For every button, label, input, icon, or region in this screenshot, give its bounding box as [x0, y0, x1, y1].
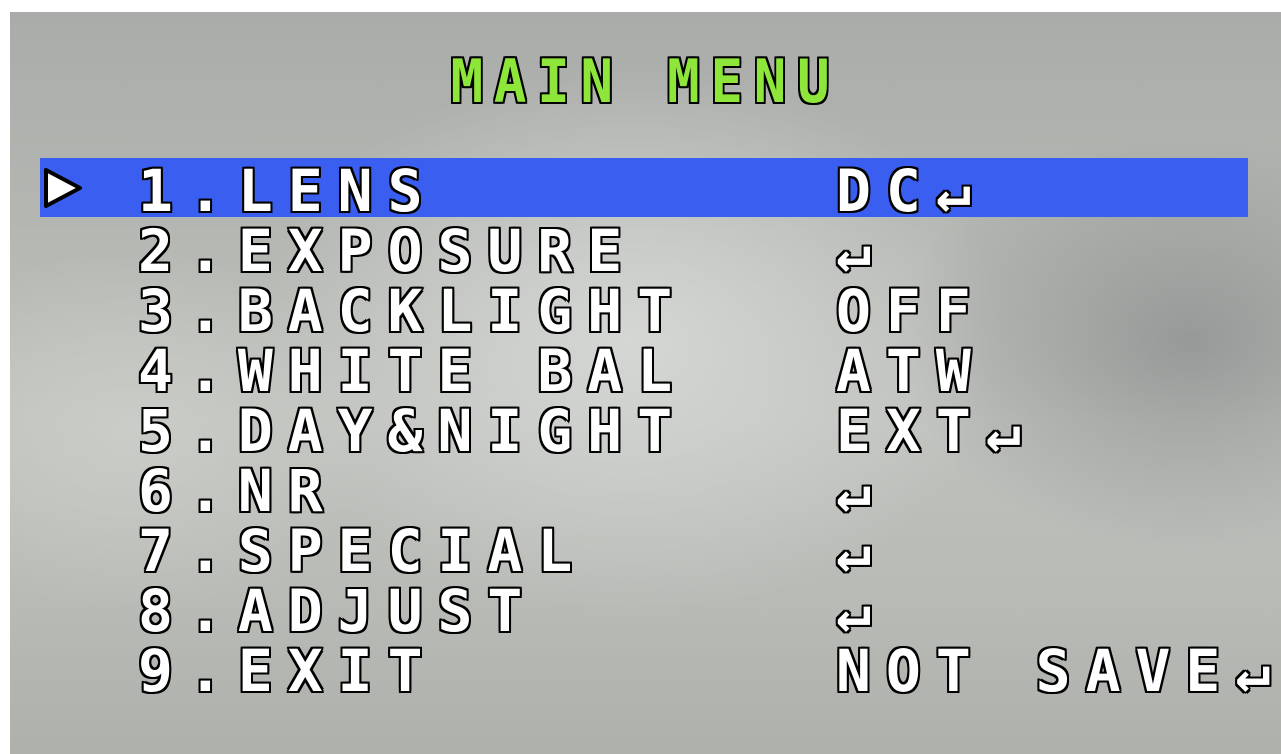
- menu-item-value: ↵: [835, 457, 886, 525]
- menu-item-day-night[interactable]: 5.DAY&NIGHT EXT↵: [10, 397, 1281, 465]
- menu-item-exposure[interactable]: 2.EXPOSURE ↵: [10, 217, 1281, 285]
- menu-item-label: 5.DAY&NIGHT: [137, 397, 688, 465]
- menu-item-special[interactable]: 7.SPECIAL ↵: [10, 517, 1281, 585]
- menu-item-label: 7.SPECIAL: [137, 517, 588, 585]
- menu-item-label: 4.WHITE BAL: [137, 337, 688, 405]
- menu-item-label: 6.NR: [137, 457, 338, 525]
- menu-item-value: OFF: [835, 277, 986, 345]
- menu-item-exit[interactable]: 9.EXIT NOT SAVE↵: [10, 637, 1281, 705]
- menu-item-label: 1.LENS: [137, 157, 438, 225]
- osd-screen: MAIN MENU 1.LENS DC↵ 2.EXPOSURE ↵ 3.BACK…: [10, 12, 1281, 754]
- menu-item-lens[interactable]: 1.LENS DC↵: [10, 157, 1281, 225]
- menu-item-label: 9.EXIT: [137, 637, 438, 705]
- menu-item-value: DC↵: [835, 157, 986, 225]
- menu-item-value: ↵: [835, 577, 886, 645]
- menu-item-white-bal[interactable]: 4.WHITE BAL ATW: [10, 337, 1281, 405]
- menu-item-label: 3.BACKLIGHT: [137, 277, 688, 345]
- menu-item-value: ↵: [835, 217, 886, 285]
- menu-item-value: ATW: [835, 337, 986, 405]
- menu-item-label: 2.EXPOSURE: [137, 217, 638, 285]
- menu-item-label: 8.ADJUST: [137, 577, 538, 645]
- menu-title: MAIN MENU: [449, 47, 841, 117]
- menu-item-nr[interactable]: 6.NR ↵: [10, 457, 1281, 525]
- menu-item-value: NOT SAVE↵: [835, 637, 1281, 705]
- menu-item-backlight[interactable]: 3.BACKLIGHT OFF: [10, 277, 1281, 345]
- menu-item-value: EXT↵: [835, 397, 1036, 465]
- menu-item-value: ↵: [835, 517, 886, 585]
- menu-item-adjust[interactable]: 8.ADJUST ↵: [10, 577, 1281, 645]
